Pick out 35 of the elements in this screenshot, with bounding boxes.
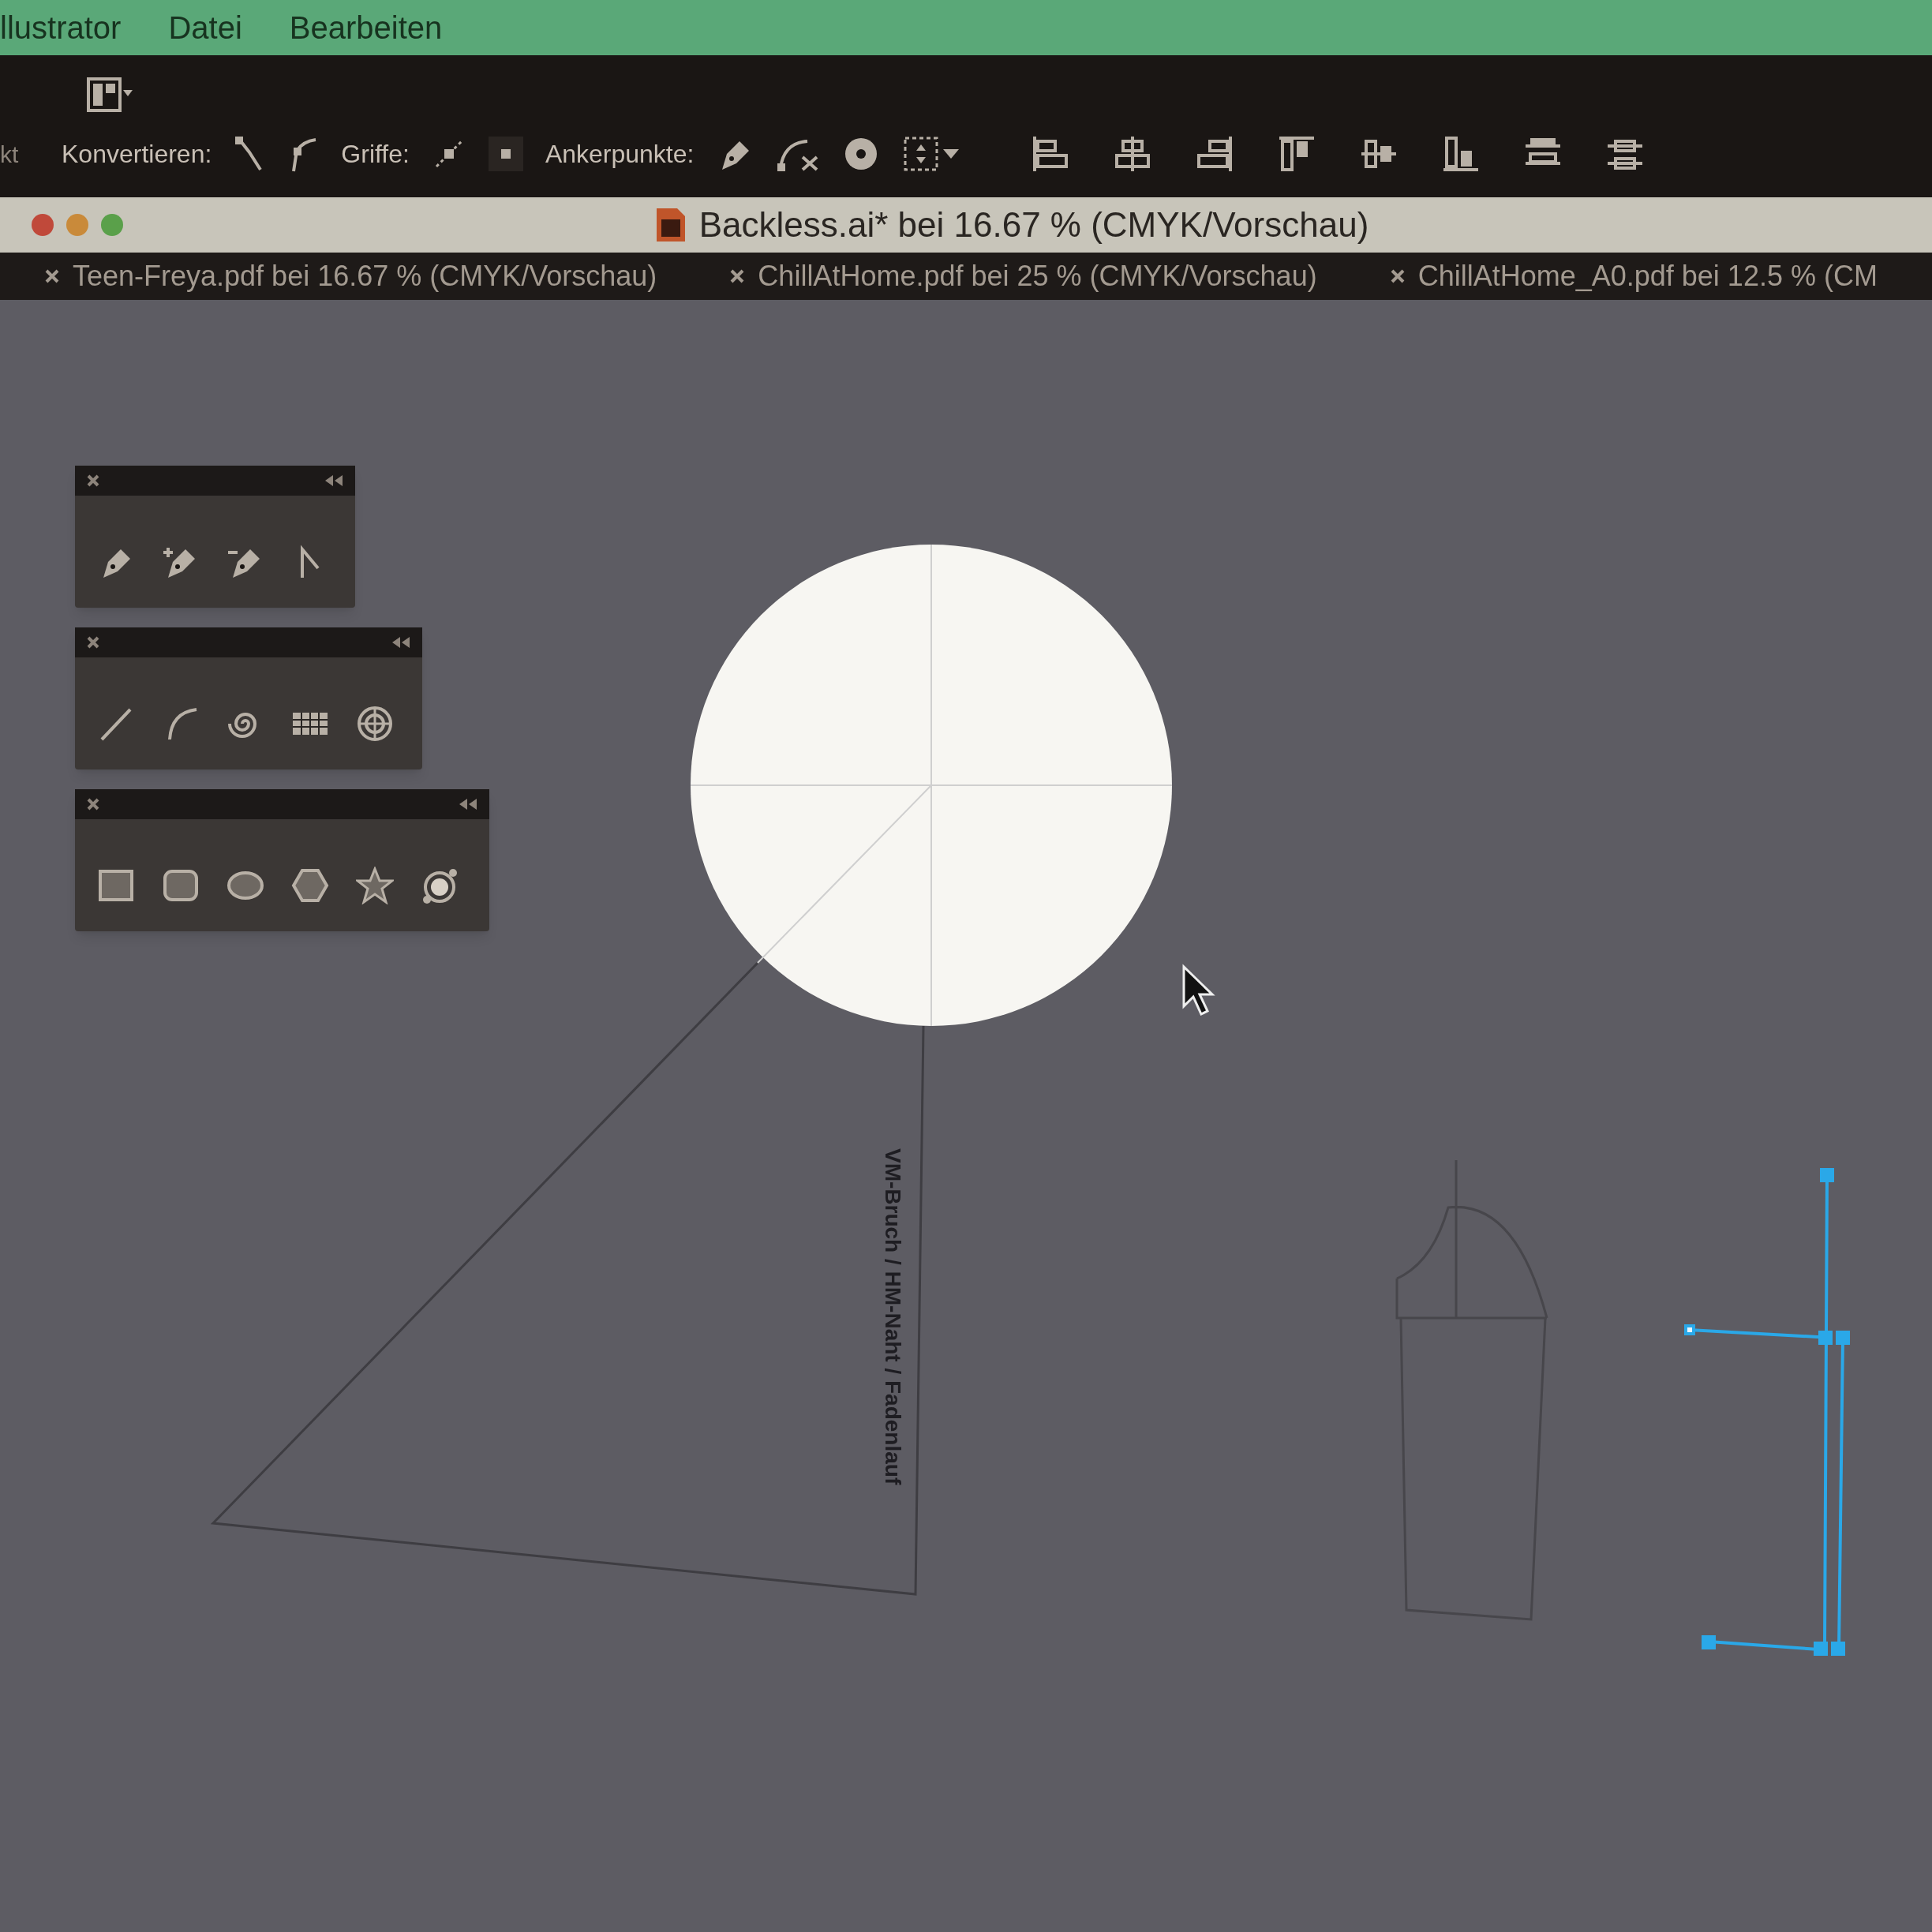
collapse-icon[interactable] <box>324 474 344 488</box>
align-icon[interactable] <box>1114 135 1152 173</box>
menu-item[interactable]: llustrator <box>0 12 122 43</box>
control-label: Ankerpunkte: <box>545 139 695 170</box>
mouse-pointer-icon <box>1182 964 1215 1017</box>
align-icon[interactable] <box>1442 135 1481 173</box>
align-icon[interactable] <box>1196 135 1234 173</box>
close-icon[interactable] <box>44 268 60 284</box>
close-icon[interactable] <box>86 474 100 488</box>
document-tab[interactable]: Teen-Freya.pdf bei 16.67 % (CMYK/Vorschau) <box>32 253 670 300</box>
document-tab[interactable]: ChillAtHome_A0.pdf bei 12.5 % (CM <box>1376 253 1890 300</box>
menu-item[interactable]: Datei <box>168 12 242 43</box>
polar-grid-icon[interactable] <box>356 705 394 743</box>
control-label: Konvertieren: <box>62 139 212 170</box>
collapse-icon[interactable] <box>458 797 478 811</box>
control-label: Griffe: <box>341 139 410 170</box>
menu-item[interactable]: Bearbeiten <box>289 12 443 43</box>
close-icon[interactable] <box>86 797 100 811</box>
document-file-icon <box>654 207 687 243</box>
close-icon[interactable] <box>86 635 100 650</box>
close-icon[interactable] <box>1389 268 1406 284</box>
align-icon[interactable] <box>1032 135 1070 173</box>
align-icon[interactable] <box>1278 135 1316 173</box>
handles-hidden-icon[interactable] <box>488 137 523 171</box>
layout-grid-icon[interactable] <box>87 77 134 112</box>
flare-icon[interactable] <box>421 867 459 904</box>
hexagon-icon[interactable] <box>291 867 329 904</box>
document-tab[interactable]: ChillAtHome.pdf bei 25 % (CMYK/Vorschau) <box>717 253 1330 300</box>
fold-line-label: VM-Bruch / HM-Naht / Fadenlauf <box>880 1148 906 1485</box>
collapse-icon[interactable] <box>391 635 411 650</box>
window-control-icon[interactable] <box>32 214 54 236</box>
window-title: Backless.ai* bei 16.67 % (CMYK/Vorschau) <box>698 204 1369 245</box>
close-icon[interactable] <box>729 268 746 284</box>
panel-label: kt <box>0 140 20 169</box>
star-icon[interactable] <box>356 867 394 904</box>
